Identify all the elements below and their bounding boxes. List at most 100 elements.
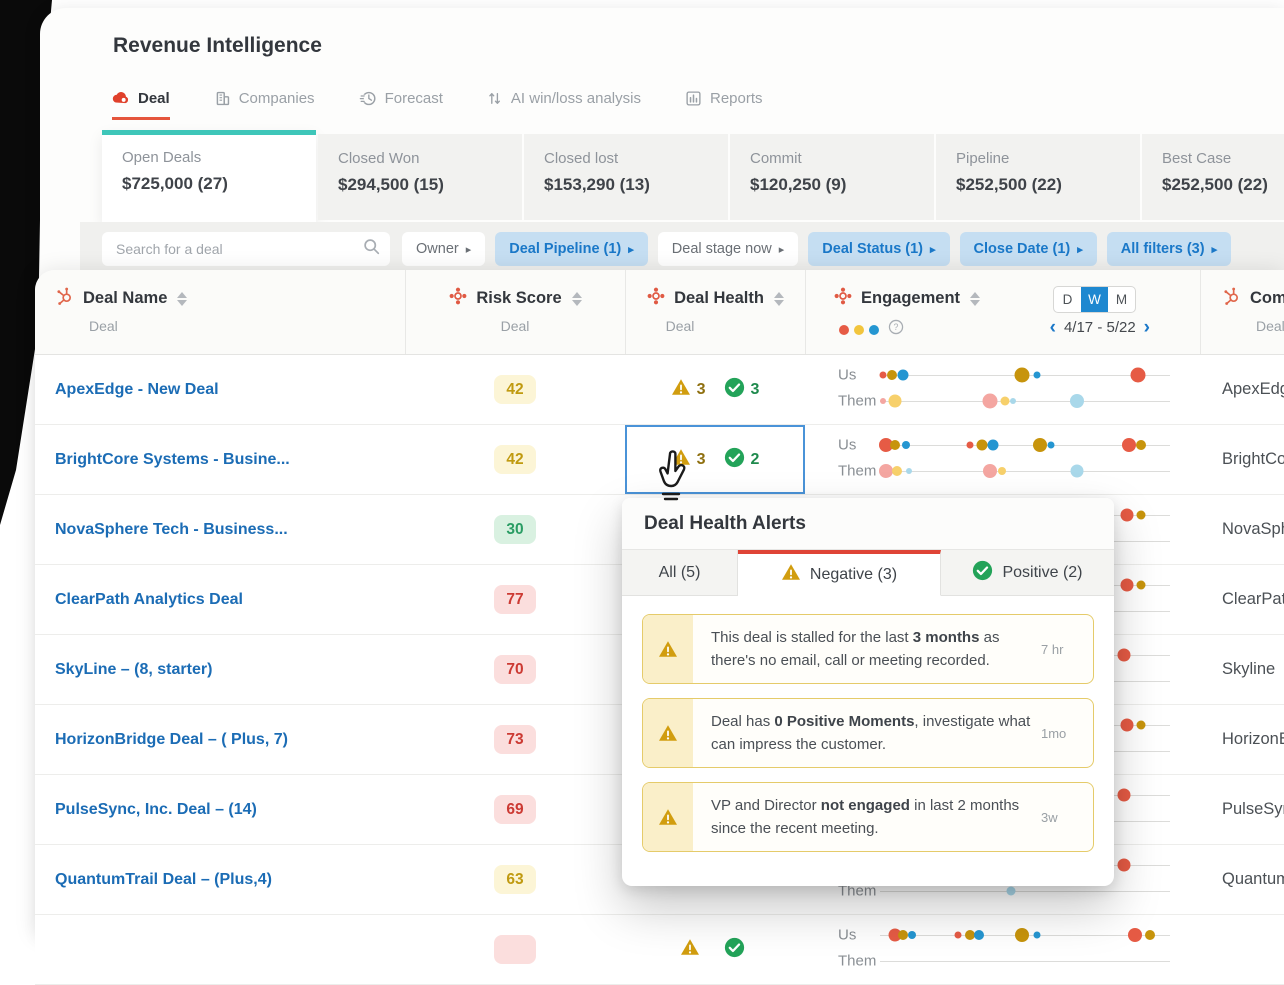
sort-icon[interactable]: [177, 291, 188, 306]
tab-ai-win-loss-analysis[interactable]: AI win/loss analysis: [487, 90, 641, 120]
deal-name-link[interactable]: ClearPath Analytics Deal: [55, 591, 243, 609]
date-nav: ‹ 4/17 - 5/22 ›: [1050, 318, 1150, 337]
negative-count-value: 3: [696, 380, 706, 398]
summary-card-pipeline[interactable]: Pipeline $252,500 (22): [936, 134, 1140, 220]
engagement-dot-gold: [1014, 367, 1030, 383]
nav-tab-label: Deal: [138, 90, 170, 107]
alert-card: This deal is stalled for the last 3 mont…: [642, 614, 1094, 684]
col-risk-score[interactable]: Risk Score Deal: [405, 286, 625, 334]
filter-chip-all-filters-3-[interactable]: All filters (3) ▸: [1106, 232, 1232, 266]
engagement-dot-pink: [982, 393, 998, 409]
alert-card: VP and Director not engaged in last 2 mo…: [642, 782, 1094, 852]
deal-name-link[interactable]: BrightCore Systems - Busine...: [55, 451, 290, 469]
risk-score-cell: 30: [405, 495, 625, 564]
popup-tab-all-5-[interactable]: All (5): [622, 550, 738, 595]
table-row: Us Them: [35, 915, 1284, 985]
chevron-right-icon[interactable]: ›: [1144, 318, 1150, 337]
deal-name-link[interactable]: HorizonBridge Deal – ( Plus, 7): [55, 731, 288, 749]
deal-health-cell[interactable]: [625, 915, 805, 984]
summary-card-value: $120,250 (9): [750, 175, 847, 194]
filter-chip-deal-status-1-[interactable]: Deal Status (1) ▸: [808, 232, 950, 266]
deal-name-link[interactable]: NovaSphere Tech - Business...: [55, 521, 288, 539]
engagement-dot-lightblue: [906, 468, 912, 474]
summary-card-closed-lost[interactable]: Closed lost $153,290 (13): [524, 134, 728, 220]
risk-score-badge: 69: [494, 795, 536, 824]
engagement-dot-lightblue: [1070, 464, 1084, 478]
period-option-M[interactable]: M: [1108, 287, 1135, 312]
engagement-dot-gold: [1136, 440, 1146, 450]
engagement-dot-gold: [1136, 510, 1146, 520]
deal-name-link[interactable]: ApexEdge - New Deal: [55, 381, 219, 399]
warning-icon: [643, 783, 693, 851]
alert-timestamp: 1mo: [1041, 725, 1067, 741]
summary-card-label: Closed Won: [338, 150, 420, 167]
deal-name-cell: ApexEdge - New Deal: [55, 355, 400, 424]
tab-reports[interactable]: Reports: [685, 90, 763, 120]
company-cell: HorizonB: [1222, 730, 1284, 748]
summary-card-closed-won[interactable]: Closed Won $294,500 (15): [318, 134, 522, 220]
engagement-dot-blue: [897, 369, 909, 381]
popup-tab-negative-3-[interactable]: Negative (3): [738, 550, 941, 596]
company-cell: Skyline: [1222, 660, 1276, 678]
deal-name-cell: [55, 915, 400, 984]
caret-right-icon: ▸: [628, 243, 634, 256]
deal-name-link[interactable]: QuantumTrail Deal – (Plus,4): [55, 871, 272, 889]
summary-card-best-case[interactable]: Best Case $252,500 (22): [1142, 134, 1284, 220]
summary-card-open-deals[interactable]: Open Deals $725,000 (27): [102, 130, 316, 222]
engagement-cell: Us Them: [805, 915, 1200, 984]
sort-icon[interactable]: [773, 291, 784, 306]
deal-name-cell: BrightCore Systems - Busine...: [55, 425, 400, 494]
col-company[interactable]: Comp Deal: [1200, 286, 1284, 334]
summary-cards: Open Deals $725,000 (27) Closed Won $294,50…: [102, 130, 1284, 222]
caret-right-icon: ▸: [1077, 243, 1083, 256]
popup-tab-positive-2-[interactable]: Positive (2): [941, 550, 1114, 595]
summary-card-commit[interactable]: Commit $120,250 (9): [730, 134, 934, 220]
risk-score-cell: 63: [405, 845, 625, 914]
popup-tabs: All (5) Negative (3) Positive (2): [622, 550, 1114, 596]
filter-chip-owner[interactable]: Owner ▸: [402, 232, 486, 266]
tab-forecast[interactable]: Forecast: [359, 90, 443, 120]
engagement-dot-blue: [1033, 931, 1041, 939]
sort-icon[interactable]: [571, 291, 582, 306]
filter-chip-deal-stage-now[interactable]: Deal stage now ▸: [657, 232, 799, 266]
deal-name-link[interactable]: PulseSync, Inc. Deal – (14): [55, 801, 257, 819]
deal-name-cell: ClearPath Analytics Deal: [55, 565, 400, 634]
filter-chip-close-date-1-[interactable]: Close Date (1) ▸: [959, 232, 1097, 266]
engagement-dot-gold: [1136, 580, 1146, 590]
engagement-dot-red: [1130, 367, 1146, 383]
question-icon[interactable]: ?: [888, 319, 904, 340]
filter-chip-deal-pipeline-1-[interactable]: Deal Pipeline (1) ▸: [495, 232, 648, 266]
tab-deal[interactable]: Deal: [112, 90, 170, 120]
deal-health-cell[interactable]: 33: [625, 355, 805, 424]
reports-icon: [685, 90, 702, 107]
summary-card-label: Best Case: [1162, 150, 1232, 167]
check-icon: [724, 377, 745, 403]
caret-right-icon: ▸: [930, 243, 936, 256]
period-option-D[interactable]: D: [1054, 287, 1081, 312]
positive-alert-count: 3: [724, 377, 759, 403]
chevron-left-icon[interactable]: ‹: [1050, 318, 1056, 337]
search-box[interactable]: [102, 232, 390, 266]
engagement-lane-label: Them: [838, 462, 877, 480]
engagement-dot-red: [1120, 578, 1133, 592]
deal-name-link[interactable]: SkyLine – (8, starter): [55, 661, 212, 679]
risk-score-badge: 77: [494, 585, 536, 614]
sort-icon[interactable]: [970, 291, 981, 306]
col-deal-health[interactable]: Deal Health Deal: [625, 286, 805, 334]
summary-card-value: $153,290 (13): [544, 175, 650, 194]
table-row: ApexEdge - New Deal4233UsThemApexEdge: [35, 355, 1284, 425]
search-input[interactable]: [116, 241, 363, 257]
nav-tab-label: AI win/loss analysis: [510, 90, 641, 107]
period-option-W[interactable]: W: [1081, 287, 1108, 312]
tab-companies[interactable]: Companies: [214, 90, 315, 120]
col-deal-name[interactable]: Deal Name Deal: [55, 286, 188, 334]
engagement-dot-lightblue: [1006, 886, 1015, 896]
warning-icon: [643, 615, 693, 683]
negative-alert-count: 3: [671, 378, 706, 401]
ai-analysis-icon: [487, 90, 503, 107]
risk-score-cell: 77: [405, 565, 625, 634]
risk-score-cell: [405, 915, 625, 984]
app-icon: [833, 286, 853, 311]
alert-text: Deal has 0 Positive Moments, investigate…: [711, 713, 1031, 754]
alert-timestamp: 3w: [1041, 809, 1058, 825]
